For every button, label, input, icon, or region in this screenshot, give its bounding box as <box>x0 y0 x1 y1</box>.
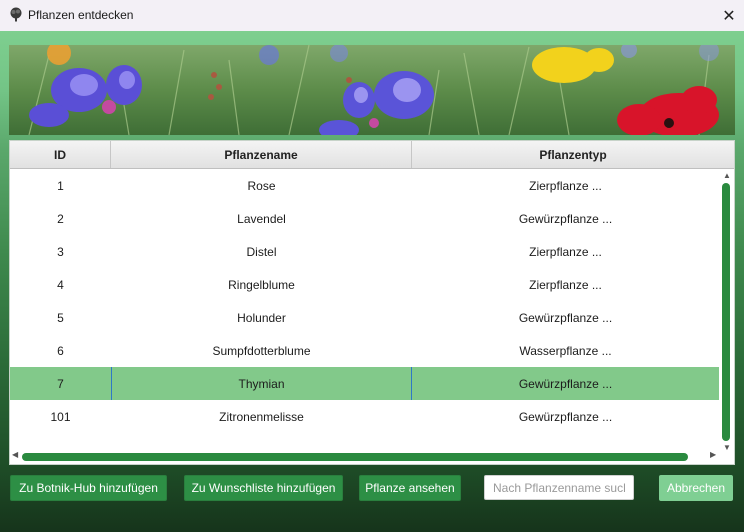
vertical-scroll-thumb[interactable] <box>722 183 730 441</box>
table-row-selected[interactable]: 7 Thymian Gewürzpflanze ... <box>10 367 719 400</box>
scroll-left-icon[interactable]: ◀ <box>12 450 18 459</box>
vertical-scrollbar[interactable]: ▲ ▼ <box>720 171 732 453</box>
cell-id: 3 <box>57 244 64 259</box>
cell-name: Thymian <box>111 367 412 400</box>
scroll-right-icon[interactable]: ▶ <box>710 450 716 459</box>
scroll-down-icon[interactable]: ▼ <box>722 443 732 452</box>
cell-type: Zierpflanze ... <box>529 277 602 292</box>
cell-name: Sumpfdotterblume <box>212 343 311 358</box>
column-header-type[interactable]: Pflanzentyp <box>412 141 734 168</box>
column-header-name[interactable]: Pflanzename <box>111 141 412 168</box>
table-row[interactable]: 6 Sumpfdotterblume Wasserpflanze ... <box>10 334 719 367</box>
title-bar: Pflanzen entdecken ✕ <box>0 0 744 31</box>
column-header-id[interactable]: ID <box>10 141 111 168</box>
cell-type: Gewürzpflanze ... <box>518 310 613 325</box>
add-to-wishlist-button[interactable]: Zu Wunschliste hinzufügen <box>184 475 343 501</box>
cell-name: Rose <box>247 178 276 193</box>
cell-type: Wasserpflanze ... <box>519 343 612 358</box>
table-row[interactable]: 4 Ringelblume Zierpflanze ... <box>10 268 719 301</box>
plant-table[interactable]: ID Pflanzename Pflanzentyp 1 Rose Zierpf… <box>9 140 735 465</box>
cancel-button[interactable]: Abbrechen <box>659 475 733 501</box>
table-row[interactable]: 101 Zitronenmelisse Gewürzpflanze ... <box>10 400 719 433</box>
cell-type: Zierpflanze ... <box>529 244 602 259</box>
cell-type: Gewürzpflanze ... <box>518 211 613 226</box>
cell-type: Gewürzpflanze ... <box>518 376 613 391</box>
table-row[interactable]: 2 Lavendel Gewürzpflanze ... <box>10 202 719 235</box>
search-input[interactable] <box>484 475 634 500</box>
tree-app-icon <box>10 7 22 22</box>
cell-name: Zitronenmelisse <box>219 409 304 424</box>
horizontal-scroll-thumb[interactable] <box>22 453 688 461</box>
cell-type: Gewürzpflanze ... <box>518 409 613 424</box>
cell-name: Ringelblume <box>228 277 295 292</box>
cell-id: 101 <box>50 409 71 424</box>
table-row[interactable]: 3 Distel Zierpflanze ... <box>10 235 719 268</box>
table-row[interactable]: 5 Holunder Gewürzpflanze ... <box>10 301 719 334</box>
table-header: ID Pflanzename Pflanzentyp <box>10 141 734 169</box>
cell-id: 4 <box>57 277 64 292</box>
cell-name: Distel <box>246 244 277 259</box>
table-body: 1 Rose Zierpflanze ... 2 Lavendel Gewürz… <box>10 169 720 433</box>
cell-id: 2 <box>57 211 64 226</box>
cell-id: 6 <box>57 343 64 358</box>
banner-image <box>9 45 735 135</box>
cell-name: Lavendel <box>237 211 286 226</box>
cell-type: Zierpflanze ... <box>529 178 602 193</box>
cell-id: 1 <box>57 178 64 193</box>
close-icon[interactable]: ✕ <box>714 0 744 31</box>
scroll-up-icon[interactable]: ▲ <box>722 171 732 180</box>
cell-id: 7 <box>57 376 64 391</box>
horizontal-scrollbar[interactable]: ◀ ▶ <box>12 450 720 462</box>
table-row[interactable]: 1 Rose Zierpflanze ... <box>10 169 719 202</box>
add-to-botnik-hub-button[interactable]: Zu Botnik-Hub hinzufügen <box>10 475 167 501</box>
view-plant-button[interactable]: Pflanze ansehen <box>359 475 461 501</box>
window-title: Pflanzen entdecken <box>28 8 134 22</box>
cell-name: Holunder <box>237 310 286 325</box>
cell-id: 5 <box>57 310 64 325</box>
